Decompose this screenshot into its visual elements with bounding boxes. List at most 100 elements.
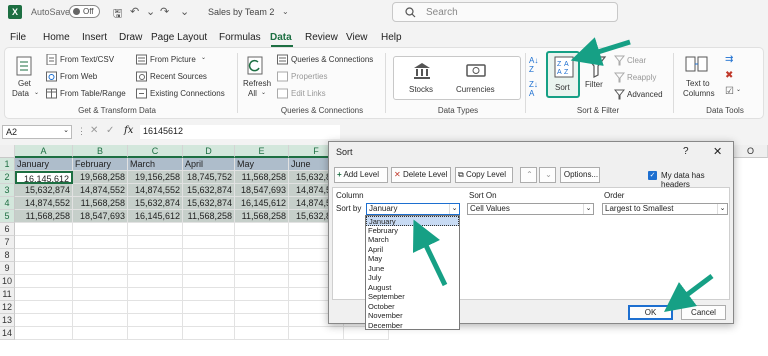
column-header-o[interactable]: O	[734, 145, 768, 158]
empty-cell[interactable]	[73, 301, 128, 314]
sort-button[interactable]: ZAAZ Sort	[546, 51, 580, 98]
row-header-8[interactable]: 8	[0, 249, 15, 262]
column-header-b[interactable]: B	[73, 145, 128, 158]
empty-cell[interactable]	[235, 262, 289, 275]
menu-data[interactable]: Data	[270, 32, 292, 43]
empty-cell[interactable]	[15, 327, 73, 340]
empty-cell[interactable]	[183, 249, 235, 262]
data-cell[interactable]: 16,145,612	[128, 210, 183, 223]
refresh-all-label-1[interactable]: Refresh	[243, 79, 271, 88]
empty-cell[interactable]	[128, 275, 183, 288]
header-cell[interactable]: January	[15, 158, 73, 171]
existing-connections-button[interactable]: Existing Connections	[150, 89, 225, 98]
row-header-9[interactable]: 9	[0, 262, 15, 275]
queries-connections-button[interactable]: Queries & Connections	[291, 55, 373, 64]
options-button[interactable]: Options...	[560, 167, 600, 183]
flash-fill-icon[interactable]: ⇉	[725, 54, 733, 65]
empty-cell[interactable]	[128, 249, 183, 262]
order-combo[interactable]: Largest to Smallest ⌄	[602, 203, 728, 215]
data-cell[interactable]: 19,568,258	[73, 171, 128, 184]
empty-cell[interactable]	[183, 288, 235, 301]
menu-file[interactable]: File	[10, 32, 26, 43]
text-to-columns-label-1[interactable]: Text to	[686, 79, 710, 88]
remove-duplicates-icon[interactable]: ✖	[725, 70, 733, 81]
autosave-toggle[interactable]: Off	[69, 5, 100, 18]
search-box[interactable]: Search	[392, 2, 618, 22]
row-header-3[interactable]: 3	[0, 184, 15, 197]
dropdown-option[interactable]: August	[366, 283, 459, 293]
dropdown-option[interactable]: February	[366, 226, 459, 236]
empty-cell[interactable]	[73, 314, 128, 327]
empty-cell[interactable]	[235, 249, 289, 262]
delete-level-button[interactable]: ✕ Delete Level	[391, 167, 451, 183]
column-header-c[interactable]: C	[128, 145, 183, 158]
empty-cell[interactable]	[15, 262, 73, 275]
row-header-14[interactable]: 14	[0, 327, 15, 340]
empty-cell[interactable]	[183, 262, 235, 275]
empty-cell[interactable]	[73, 262, 128, 275]
empty-cell[interactable]	[128, 288, 183, 301]
empty-cell[interactable]	[183, 301, 235, 314]
data-cell[interactable]: 14,874,552	[128, 184, 183, 197]
empty-cell[interactable]	[128, 301, 183, 314]
menu-page-layout[interactable]: Page Layout	[151, 32, 207, 43]
from-picture-chevron-icon[interactable]: ⌄	[201, 54, 206, 61]
menu-draw[interactable]: Draw	[119, 32, 142, 43]
row-header-13[interactable]: 13	[0, 314, 15, 327]
data-cell[interactable]: 14,874,552	[15, 197, 73, 210]
data-cell[interactable]: 15,632,874	[183, 197, 235, 210]
menu-view[interactable]: View	[346, 32, 368, 43]
data-validation-icon[interactable]: ☑	[725, 86, 734, 97]
from-text-csv-button[interactable]: From Text/CSV	[60, 55, 114, 64]
menu-formulas[interactable]: Formulas	[219, 32, 261, 43]
sort-za-icon[interactable]: Z↓ A	[529, 80, 538, 98]
sort-az-icon[interactable]: A↓ Z	[529, 56, 538, 74]
help-button[interactable]: ?	[683, 146, 689, 157]
copy-level-button[interactable]: ⧉ Copy Level	[455, 167, 513, 183]
empty-cell[interactable]	[235, 288, 289, 301]
empty-cell[interactable]	[183, 275, 235, 288]
filter-button[interactable]: Filter	[585, 80, 603, 89]
empty-cell[interactable]	[15, 301, 73, 314]
empty-cell[interactable]	[128, 262, 183, 275]
empty-cell[interactable]	[128, 236, 183, 249]
quick-access-more-icon[interactable]: ⌄	[180, 5, 189, 18]
insert-function-icon[interactable]: fx	[124, 125, 133, 136]
empty-cell[interactable]	[128, 223, 183, 236]
dropdown-option[interactable]: December	[366, 321, 459, 331]
empty-cell[interactable]	[235, 223, 289, 236]
from-table-range-button[interactable]: From Table/Range	[60, 89, 126, 98]
title-chevron-icon[interactable]: ⌄	[282, 7, 289, 16]
empty-cell[interactable]	[235, 236, 289, 249]
data-cell[interactable]: 11,568,258	[73, 197, 128, 210]
dropdown-option[interactable]: July	[366, 273, 459, 283]
data-validation-chevron-icon[interactable]: ⌄	[736, 86, 741, 93]
currencies-button[interactable]: Currencies	[456, 85, 495, 94]
data-cell[interactable]: 15,632,874	[128, 197, 183, 210]
empty-cell[interactable]	[128, 314, 183, 327]
empty-cell[interactable]	[289, 327, 344, 340]
empty-cell[interactable]	[235, 314, 289, 327]
menu-home[interactable]: Home	[43, 32, 70, 43]
row-header-12[interactable]: 12	[0, 301, 15, 314]
ok-button[interactable]: OK	[628, 305, 673, 320]
cancel-button[interactable]: Cancel	[681, 305, 726, 320]
column-header-a[interactable]: A	[15, 145, 73, 158]
empty-cell[interactable]	[15, 223, 73, 236]
empty-cell[interactable]	[15, 236, 73, 249]
move-down-button[interactable]: ⌄	[539, 167, 556, 183]
dropdown-option[interactable]: January	[366, 216, 459, 226]
empty-cell[interactable]	[128, 327, 183, 340]
name-box[interactable]: A2 ⌄	[2, 125, 72, 139]
header-cell[interactable]: May	[235, 158, 289, 171]
sort-by-combo[interactable]: January ⌄	[366, 203, 460, 215]
clear-button[interactable]: Clear	[627, 56, 646, 65]
move-up-button[interactable]: ⌃	[520, 167, 537, 183]
formula-input[interactable]: 16145612	[140, 125, 340, 139]
empty-cell[interactable]	[183, 223, 235, 236]
row-header-1[interactable]: 1	[0, 158, 15, 171]
menu-review[interactable]: Review	[305, 32, 338, 43]
text-to-columns-label-2[interactable]: Columns	[683, 89, 715, 98]
empty-cell[interactable]	[15, 249, 73, 262]
header-cell[interactable]: March	[128, 158, 183, 171]
